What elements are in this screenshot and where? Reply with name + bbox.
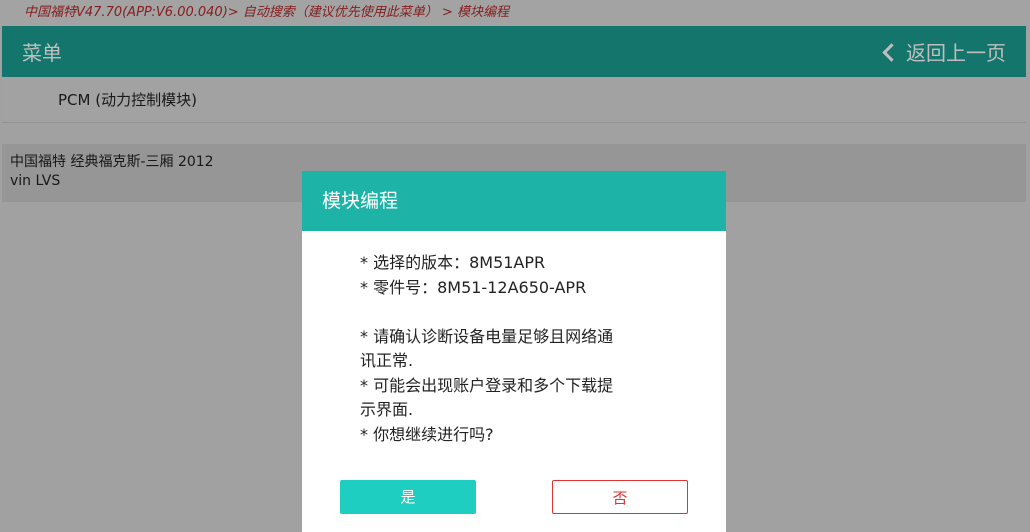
no-button[interactable]: 否 — [552, 480, 688, 514]
message-line-login-1: * 可能会出现账户登录和多个下载提 — [360, 375, 614, 395]
message-line-battery-1: * 请确认诊断设备电量足够且网络通 — [360, 326, 614, 346]
message-line-continue: * 你想继续进行吗? — [360, 424, 494, 444]
message-line-part-number: * 零件号：8M51-12A650-APR — [360, 277, 587, 297]
dialog-title: 模块编程 — [302, 171, 726, 231]
message-line-login-2: 示界面. — [360, 400, 414, 419]
message-line-version: * 选择的版本：8M51APR — [360, 253, 546, 272]
message-line-battery-2: 讯正常. — [360, 351, 414, 370]
dialog-footer: 是 否 — [302, 480, 726, 516]
module-programming-dialog: 模块编程 * 选择的版本：8M51APR * 零件号：8M51-12A650-A… — [302, 171, 726, 532]
yes-button[interactable]: 是 — [340, 480, 476, 514]
dialog-message: * 选择的版本：8M51APR * 零件号：8M51-12A650-APR * … — [302, 231, 726, 447]
